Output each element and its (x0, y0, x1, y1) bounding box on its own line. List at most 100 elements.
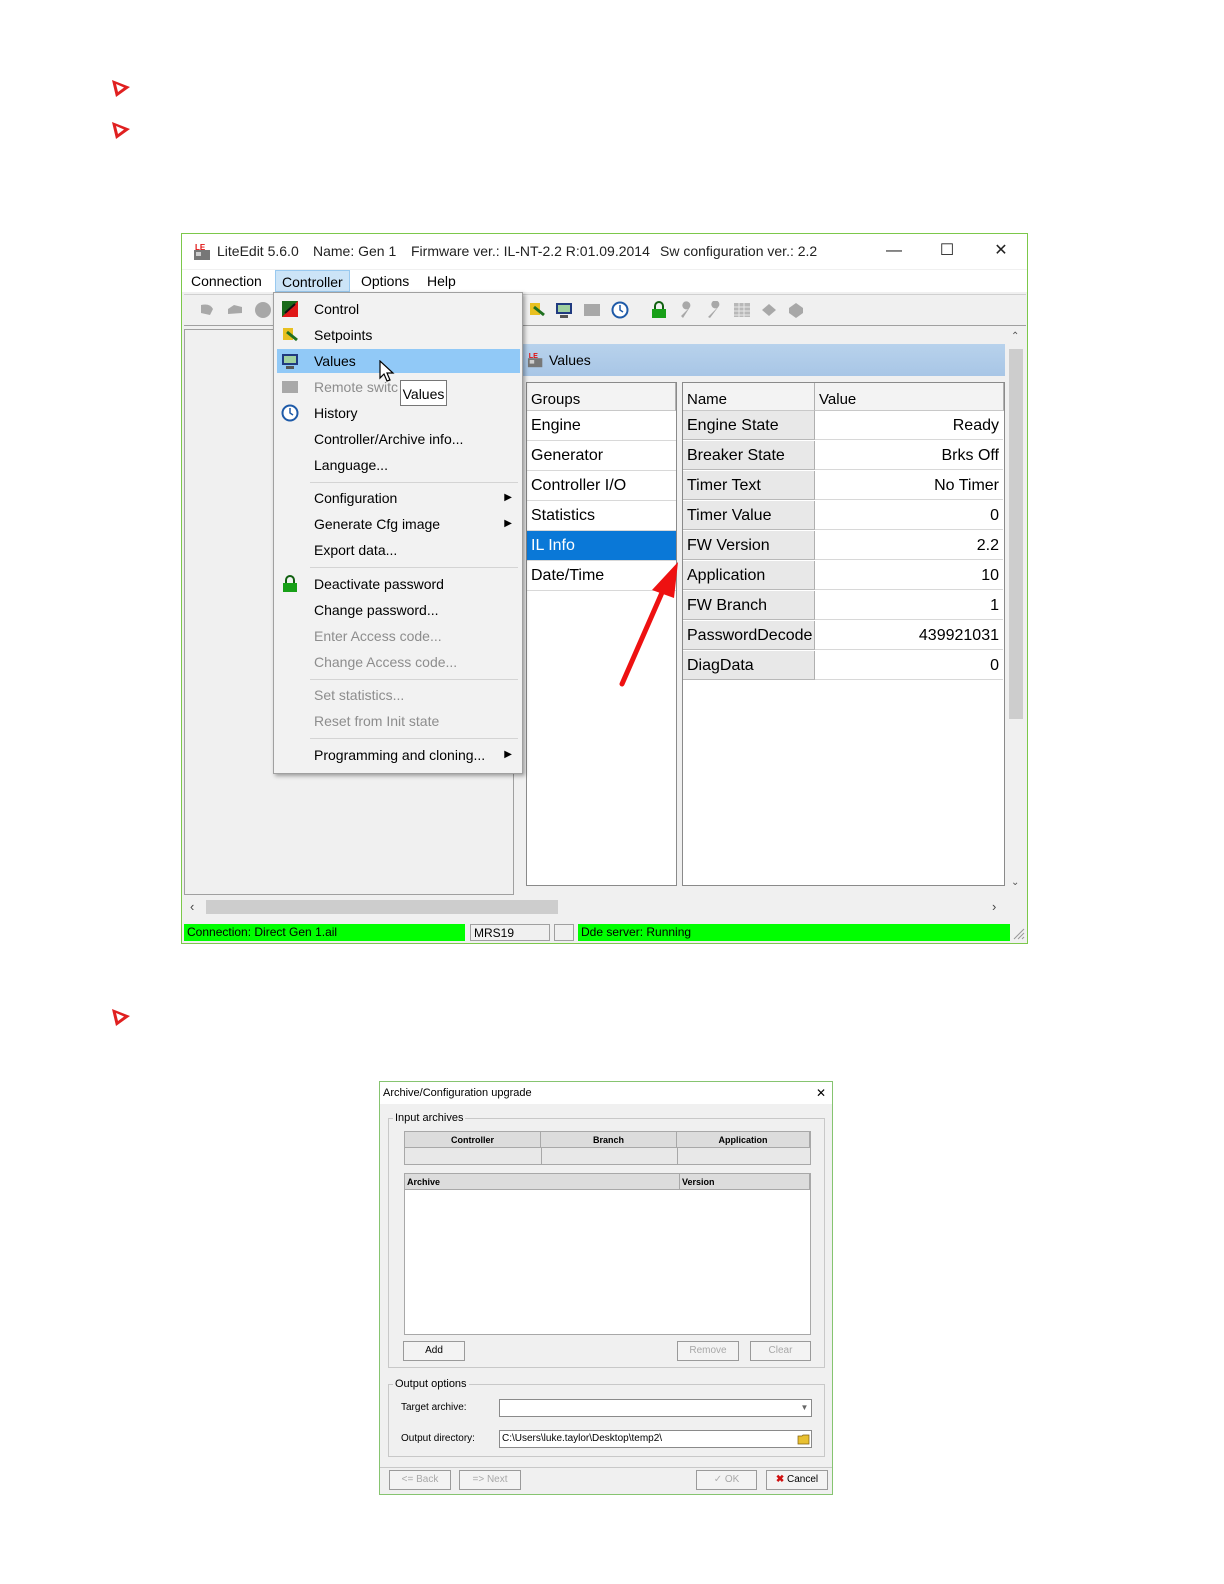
import-icon[interactable] (787, 301, 805, 319)
values-panel: LE Values Groups Engine Generator Contro… (515, 329, 1007, 895)
output-directory-label: Output directory: (401, 1433, 475, 1444)
menu-item-label: Change password... (314, 602, 439, 618)
resize-grip-icon[interactable] (1012, 927, 1025, 940)
scroll-up-icon[interactable]: ⌃ (1011, 331, 1019, 342)
version-column-header[interactable]: Version (680, 1174, 810, 1190)
group-engine[interactable]: Engine (527, 411, 676, 441)
table-row[interactable]: FW Branch 1 (683, 591, 1004, 621)
branch-header[interactable]: Branch (541, 1132, 677, 1148)
dialog-close-icon[interactable]: ✕ (816, 1086, 826, 1100)
scroll-left-icon[interactable]: ‹ (190, 899, 194, 914)
table-row[interactable]: Timer Value 0 (683, 501, 1004, 531)
close-button[interactable]: ✕ (981, 238, 1021, 264)
wrench-icon[interactable] (678, 301, 696, 319)
group-controller-io[interactable]: Controller I/O (527, 471, 676, 501)
history-icon[interactable] (611, 301, 629, 319)
menu-item-change-access-code[interactable]: Change Access code... (274, 650, 522, 674)
scroll-right-icon[interactable]: › (992, 899, 996, 914)
groups-header[interactable]: Groups (527, 383, 676, 411)
horizontal-scroll-thumb[interactable] (206, 900, 558, 914)
output-options-group: Output options Target archive: ▼ Output … (388, 1378, 825, 1457)
menu-controller[interactable]: Controller (275, 270, 350, 292)
menu-item-history[interactable]: History (274, 401, 522, 425)
menu-item-label: Deactivate password (314, 576, 444, 592)
archive-column-header[interactable]: Archive (405, 1174, 680, 1190)
values-panel-title: Values (549, 352, 591, 368)
menu-connection[interactable]: Connection (185, 270, 268, 292)
remove-button[interactable]: Remove (677, 1341, 739, 1361)
name-column-header[interactable]: Name (683, 383, 815, 411)
table-row[interactable]: Application 10 (683, 561, 1004, 591)
stop-icon[interactable] (254, 301, 272, 319)
group-generator[interactable]: Generator (527, 441, 676, 471)
target-archive-select[interactable]: ▼ (499, 1399, 812, 1417)
ok-button[interactable]: ✓ OK (696, 1470, 757, 1490)
password-lock-icon[interactable] (650, 301, 668, 319)
menu-item-values[interactable]: Values (277, 349, 520, 373)
group-il-info[interactable]: IL Info (527, 531, 676, 561)
menu-item-enter-access-code[interactable]: Enter Access code... (274, 624, 522, 648)
menu-item-label: Change Access code... (314, 654, 458, 670)
values-icon[interactable] (555, 301, 573, 319)
menu-options[interactable]: Options (355, 270, 415, 292)
table-row[interactable]: Timer Text No Timer (683, 471, 1004, 501)
column-divider (541, 1148, 542, 1164)
menu-item-control[interactable]: Control (274, 297, 522, 321)
table-row[interactable]: Breaker State Brks Off (683, 441, 1004, 471)
menu-item-setpoints[interactable]: Setpoints (274, 323, 522, 347)
maximize-button[interactable]: ☐ (927, 238, 967, 264)
menu-item-archive-info[interactable]: Controller/Archive info... (274, 427, 522, 451)
menu-item-remote-switches[interactable]: Remote switc (274, 375, 522, 399)
disconnect-icon[interactable] (198, 301, 216, 319)
table-row[interactable]: Engine State Ready (683, 411, 1004, 441)
table-row[interactable]: DiagData 0 (683, 651, 1004, 681)
menu-item-deactivate-password[interactable]: Deactivate password (274, 572, 522, 596)
mouse-cursor-icon (379, 360, 395, 382)
menu-item-set-statistics[interactable]: Set statistics... (274, 683, 522, 707)
table-row[interactable]: FW Version 2.2 (683, 531, 1004, 561)
archive-list[interactable]: Archive Version (404, 1173, 811, 1335)
modem-icon[interactable] (226, 301, 244, 319)
output-directory-field[interactable]: C:\Users\luke.taylor\Desktop\temp2\ (499, 1430, 812, 1448)
values-panel-header: LE Values (515, 344, 1005, 376)
row-name: DiagData (683, 651, 815, 680)
menu-item-generate-cfg[interactable]: Generate Cfg image ▶ (274, 512, 522, 536)
status-blank (554, 924, 574, 941)
controller-header[interactable]: Controller (405, 1132, 541, 1148)
menu-item-language[interactable]: Language... (274, 453, 522, 477)
dialog-title-bar: Archive/Configuration upgrade ✕ (380, 1082, 832, 1104)
minimize-button[interactable]: — (874, 238, 914, 264)
menu-item-label: Set statistics... (314, 687, 405, 703)
dialog-title: Archive/Configuration upgrade (383, 1087, 532, 1099)
vertical-scroll-thumb[interactable] (1009, 349, 1023, 719)
red-annotation-arrow (619, 562, 678, 687)
scroll-down-icon[interactable]: ⌄ (1011, 877, 1019, 888)
dropdown-arrow-icon[interactable]: ▼ (798, 1400, 811, 1416)
clear-button[interactable]: Clear (750, 1341, 811, 1361)
group-statistics[interactable]: Statistics (527, 501, 676, 531)
table-icon[interactable] (733, 301, 751, 319)
menu-item-export-data[interactable]: Export data... (274, 538, 522, 562)
menu-item-change-password[interactable]: Change password... (274, 598, 522, 622)
folder-browse-icon[interactable] (797, 1432, 811, 1446)
add-button[interactable]: Add (403, 1341, 465, 1361)
menu-item-programming-cloning[interactable]: Programming and cloning... ▶ (274, 743, 522, 767)
remote-switches-icon[interactable] (583, 301, 601, 319)
menu-help[interactable]: Help (421, 270, 462, 292)
value-column-header[interactable]: Value (815, 383, 1004, 411)
menu-item-reset-init[interactable]: Reset from Init state (274, 709, 522, 733)
cancel-button[interactable]: ✖ Cancel (766, 1470, 828, 1490)
vertical-scrollbar[interactable]: ⌃ ⌄ (1007, 329, 1025, 895)
back-button[interactable]: <= Back (389, 1470, 451, 1490)
menu-item-label: Controller/Archive info... (314, 431, 464, 447)
horizontal-scrollbar[interactable]: ‹ › (184, 897, 1007, 917)
menu-item-configuration[interactable]: Configuration ▶ (274, 486, 522, 510)
export-icon[interactable] (760, 301, 778, 319)
next-button[interactable]: => Next (459, 1470, 521, 1490)
setpoints-icon[interactable] (528, 301, 546, 319)
application-header[interactable]: Application (677, 1132, 810, 1148)
table-row[interactable]: PasswordDecode 439921031 (683, 621, 1004, 651)
archive-info-table: Controller Branch Application (404, 1131, 811, 1165)
tool-icon[interactable] (706, 301, 724, 319)
values-icon (282, 354, 298, 369)
